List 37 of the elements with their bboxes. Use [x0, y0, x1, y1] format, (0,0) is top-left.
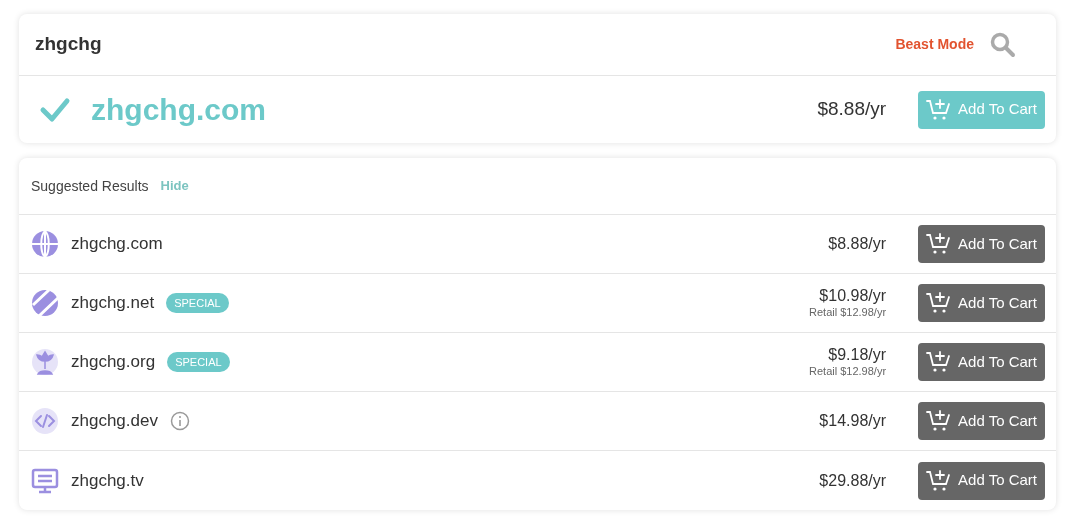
beast-mode-link[interactable]: Beast Mode	[895, 34, 974, 55]
special-badge: SPECIAL	[166, 293, 229, 313]
special-badge: SPECIAL	[167, 352, 230, 372]
monitor-icon	[31, 467, 59, 494]
cart-icon	[926, 98, 953, 121]
matched-domain: zhgchg.com	[91, 92, 266, 128]
add-to-cart-button[interactable]: Add To Cart	[918, 402, 1045, 440]
price: $8.88/yr	[817, 97, 887, 122]
price: $29.88/yr	[819, 470, 887, 491]
code-icon	[31, 407, 59, 435]
price: $10.98/yr	[819, 286, 887, 307]
info-icon[interactable]	[169, 411, 190, 431]
plant-icon	[31, 348, 59, 376]
domain-name: zhgchg.dev	[71, 410, 158, 433]
domain-name: zhgchg.org	[71, 351, 156, 374]
cart-icon	[926, 351, 953, 373]
add-to-cart-button[interactable]: Add To Cart	[918, 343, 1045, 381]
retail-price: Retail $12.98/yr	[809, 306, 887, 320]
search-icon[interactable]	[990, 31, 1016, 58]
search-query[interactable]: zhgchg	[35, 30, 102, 59]
globe-icon	[31, 230, 59, 258]
striped-circle-icon	[31, 289, 59, 317]
price: $14.98/yr	[819, 411, 887, 431]
cart-icon	[926, 410, 953, 432]
domain-name: zhgchg.com	[71, 233, 163, 256]
section-title: Suggested Results	[31, 176, 149, 196]
add-to-cart-button[interactable]: Add To Cart	[918, 284, 1045, 322]
domain-name: zhgchg.tv	[71, 469, 144, 492]
price: $8.88/yr	[828, 234, 887, 254]
add-to-cart-button[interactable]: Add To Cart	[918, 461, 1045, 500]
retail-price: Retail $12.98/yr	[809, 365, 887, 379]
cart-icon	[926, 469, 953, 492]
price: $9.18/yr	[828, 345, 887, 366]
domain-name: zhgchg.net	[71, 292, 155, 315]
add-to-cart-button[interactable]: Add To Cart	[918, 225, 1045, 263]
cart-icon	[926, 292, 953, 314]
cart-icon	[926, 233, 953, 255]
